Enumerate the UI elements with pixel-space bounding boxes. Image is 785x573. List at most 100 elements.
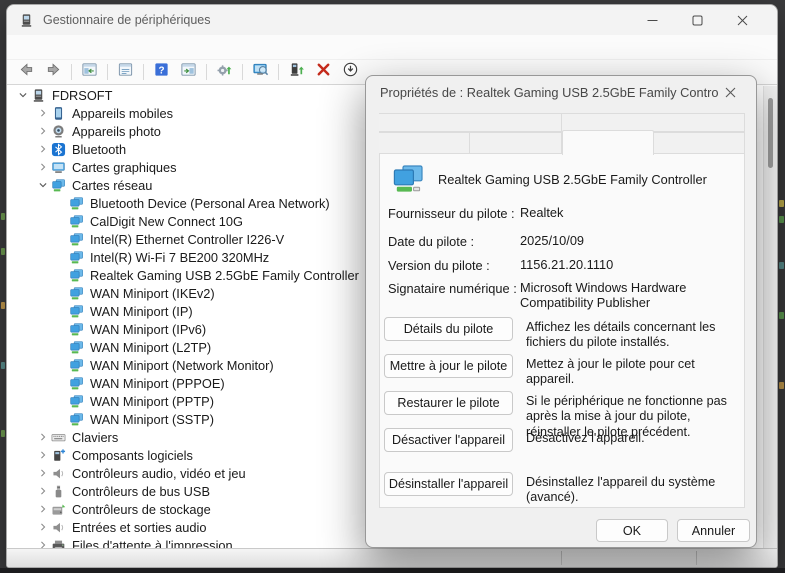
blank-icon[interactable] bbox=[53, 321, 69, 337]
chevron-down-icon[interactable] bbox=[15, 87, 31, 103]
scrollbar-thumb[interactable] bbox=[768, 98, 773, 168]
chevron-right-icon[interactable] bbox=[35, 519, 51, 535]
titlebar[interactable]: Gestionnaire de périphériques bbox=[7, 5, 777, 35]
network-icon bbox=[69, 214, 84, 229]
driver-action-button[interactable]: Mettre à jour le pilote bbox=[384, 354, 513, 378]
network-icon bbox=[69, 268, 84, 283]
toolbar-button[interactable] bbox=[247, 61, 274, 83]
chevron-right-icon[interactable] bbox=[35, 483, 51, 499]
blank-icon[interactable] bbox=[53, 267, 69, 283]
properties-dialog: Propriétés de : Realtek Gaming USB 2.5Gb… bbox=[365, 75, 757, 548]
driver-field-row: Date du pilote : 2025/10/09 bbox=[388, 234, 738, 249]
network-icon bbox=[69, 286, 84, 301]
toolbar-button[interactable] bbox=[40, 61, 67, 83]
tab[interactable] bbox=[562, 130, 654, 155]
blank-icon[interactable] bbox=[53, 213, 69, 229]
toolbar-button[interactable] bbox=[283, 61, 310, 83]
cancel-button[interactable]: Annuler bbox=[677, 519, 750, 542]
close-button[interactable] bbox=[720, 5, 765, 35]
dialog-titlebar[interactable]: Propriétés de : Realtek Gaming USB 2.5Gb… bbox=[366, 76, 756, 108]
ok-button[interactable]: OK bbox=[596, 519, 668, 542]
driver-field-row: Signataire numérique : Microsoft Windows… bbox=[388, 281, 738, 310]
menu-item[interactable] bbox=[57, 44, 79, 50]
toolbar-button[interactable] bbox=[76, 61, 103, 83]
tree-item-label: WAN Miniport (Network Monitor) bbox=[90, 358, 274, 373]
driver-action-button[interactable]: Détails du pilote bbox=[384, 317, 513, 341]
dialog-close-icon[interactable] bbox=[719, 80, 742, 104]
field-value: Microsoft Windows Hardware Compatibility… bbox=[520, 281, 738, 310]
status-separator bbox=[561, 551, 562, 565]
toolbar-button[interactable] bbox=[13, 61, 40, 83]
tb-properties-icon bbox=[117, 61, 134, 83]
driver-action-description: Désinstallez l'appareil du système (avan… bbox=[526, 475, 744, 506]
chevron-right-icon[interactable] bbox=[35, 159, 51, 175]
blank-icon[interactable] bbox=[53, 393, 69, 409]
toolbar-button[interactable] bbox=[175, 61, 202, 83]
driver-field-row: Version du pilote : 1156.21.20.1110 bbox=[388, 258, 738, 273]
toolbar-separator bbox=[206, 64, 207, 80]
menu-item[interactable] bbox=[13, 44, 35, 50]
statusbar bbox=[7, 548, 777, 567]
driver-action-button[interactable]: Désinstaller l'appareil bbox=[384, 472, 513, 496]
chevron-right-icon[interactable] bbox=[35, 465, 51, 481]
blank-icon[interactable] bbox=[53, 285, 69, 301]
tree-item-label: Bluetooth Device (Personal Area Network) bbox=[90, 196, 330, 211]
chevron-right-icon[interactable] bbox=[35, 429, 51, 445]
tree-item-label: Files d'attente à l'impression bbox=[72, 538, 233, 549]
toolbar-button[interactable] bbox=[337, 61, 364, 83]
network-icon bbox=[69, 250, 84, 265]
blank-icon[interactable] bbox=[53, 249, 69, 265]
tb-uninstall-icon bbox=[315, 61, 332, 83]
field-value: Realtek bbox=[520, 206, 738, 221]
blank-icon[interactable] bbox=[53, 357, 69, 373]
network-icon bbox=[69, 412, 84, 427]
device-manager-icon bbox=[19, 13, 34, 28]
tree-item-label: Composants logiciels bbox=[72, 448, 193, 463]
maximize-button[interactable] bbox=[675, 5, 720, 35]
minimize-button[interactable] bbox=[630, 5, 675, 35]
dialog-title: Propriétés de : Realtek Gaming USB 2.5Gb… bbox=[380, 85, 719, 100]
toolbar-separator bbox=[107, 64, 108, 80]
tree-item-label: Contrôleurs de bus USB bbox=[72, 484, 210, 499]
tree-item-label: Realtek Gaming USB 2.5GbE Family Control… bbox=[90, 268, 359, 283]
blank-icon[interactable] bbox=[53, 195, 69, 211]
chevron-right-icon[interactable] bbox=[35, 123, 51, 139]
tb-action-pane-icon bbox=[180, 61, 197, 83]
menu-item[interactable] bbox=[35, 44, 57, 50]
driver-tab-page: Realtek Gaming USB 2.5GbE Family Control… bbox=[379, 153, 745, 508]
blank-icon[interactable] bbox=[53, 231, 69, 247]
chevron-right-icon[interactable] bbox=[35, 537, 51, 548]
blank-icon[interactable] bbox=[53, 303, 69, 319]
blank-icon[interactable] bbox=[53, 411, 69, 427]
field-label: Version du pilote : bbox=[388, 258, 520, 273]
network-icon bbox=[69, 376, 84, 391]
toolbar-button[interactable] bbox=[310, 61, 337, 83]
tab[interactable] bbox=[379, 132, 470, 154]
chevron-right-icon[interactable] bbox=[35, 447, 51, 463]
desktop-edge bbox=[0, 568, 785, 573]
audio-icon bbox=[51, 466, 66, 481]
tab[interactable] bbox=[470, 132, 561, 154]
tab[interactable] bbox=[654, 132, 745, 154]
chevron-right-icon[interactable] bbox=[35, 105, 51, 121]
chevron-down-icon[interactable] bbox=[35, 177, 51, 193]
driver-action-button[interactable]: Désactiver l'appareil bbox=[384, 428, 513, 452]
tab[interactable] bbox=[379, 113, 562, 132]
toolbar-button[interactable]: ? bbox=[148, 61, 175, 83]
blank-icon[interactable] bbox=[53, 339, 69, 355]
camera-icon bbox=[51, 124, 66, 139]
driver-action-button[interactable]: Restaurer le pilote bbox=[384, 391, 513, 415]
toolbar-button[interactable] bbox=[211, 61, 238, 83]
desktop-artifact bbox=[1, 248, 5, 255]
status-separator bbox=[696, 551, 697, 565]
chevron-right-icon[interactable] bbox=[35, 141, 51, 157]
blank-icon[interactable] bbox=[53, 375, 69, 391]
menu-item[interactable] bbox=[79, 44, 101, 50]
software-icon bbox=[51, 448, 66, 463]
toolbar-button[interactable] bbox=[112, 61, 139, 83]
desktop-artifact bbox=[1, 430, 5, 437]
chevron-right-icon[interactable] bbox=[35, 501, 51, 517]
tree-scrollbar[interactable] bbox=[763, 86, 777, 548]
field-label: Signataire numérique : bbox=[388, 281, 520, 310]
tab-row-front bbox=[379, 132, 745, 154]
